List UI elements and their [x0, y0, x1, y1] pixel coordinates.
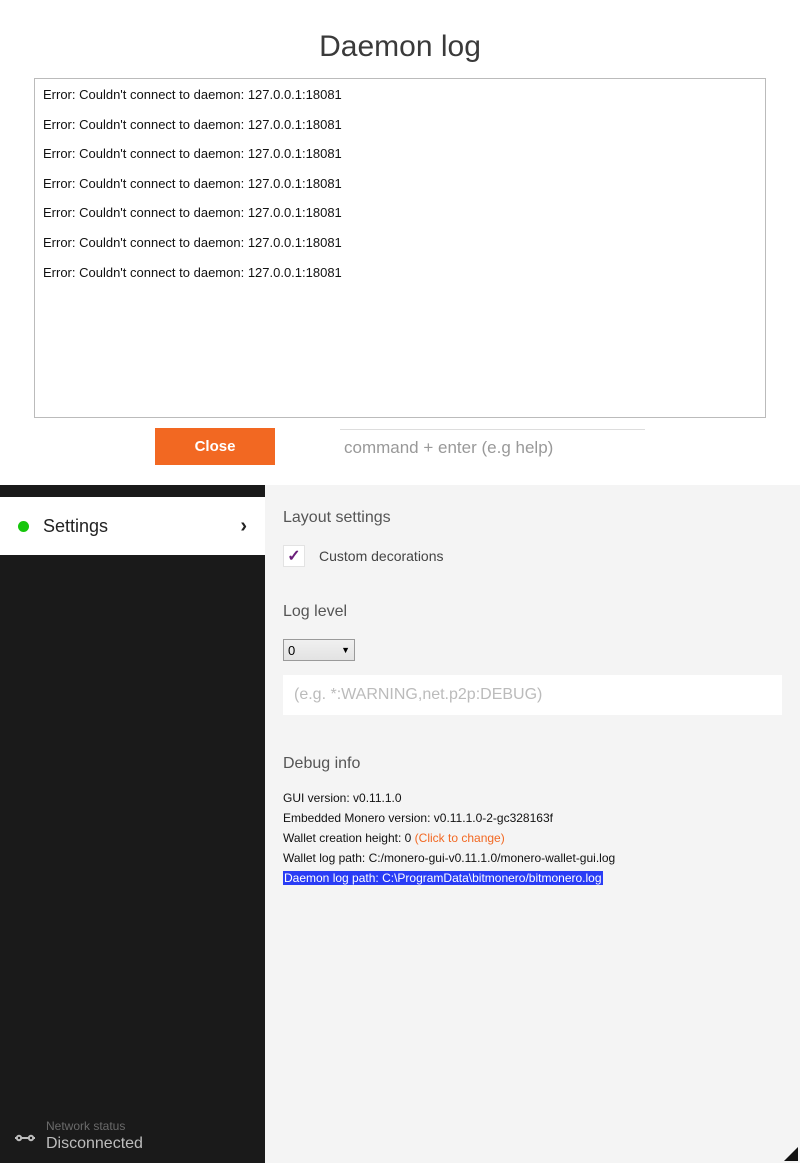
custom-decorations-checkbox[interactable]: ✓ Custom decorations [283, 545, 782, 567]
daemon-log-modal: Daemon log Error: Couldn't connect to da… [0, 0, 800, 485]
log-level-heading: Log level [283, 603, 782, 621]
sidebar-item-settings[interactable]: Settings › [0, 497, 265, 555]
log-line: Error: Couldn't connect to daemon: 127.0… [43, 205, 757, 221]
click-to-change-link[interactable]: (Click to change) [415, 831, 505, 845]
log-line: Error: Couldn't connect to daemon: 127.0… [43, 176, 757, 192]
wallet-log-path-row: Wallet log path: C:/monero-gui-v0.11.1.0… [283, 851, 782, 865]
chevron-right-icon: › [240, 515, 247, 538]
status-dot-icon [18, 521, 29, 532]
network-status: Network status Disconnected [0, 1119, 265, 1163]
log-level-select[interactable]: 0 ▼ [283, 639, 355, 661]
network-status-label: Network status [46, 1119, 143, 1133]
main-panel: Layout settings ✓ Custom decorations Log… [265, 485, 800, 1163]
log-filter-input[interactable] [283, 675, 782, 715]
resize-handle-icon[interactable] [784, 1147, 798, 1161]
log-line: Error: Couldn't connect to daemon: 127.0… [43, 117, 757, 133]
creation-height-row: Wallet creation height: 0 (Click to chan… [283, 831, 782, 845]
debug-info-heading: Debug info [283, 755, 782, 773]
embedded-version-row: Embedded Monero version: v0.11.1.0-2-gc3… [283, 811, 782, 825]
close-button[interactable]: Close [155, 428, 275, 465]
gui-version-row: GUI version: v0.11.1.0 [283, 791, 782, 805]
sidebar: Settings › Network status Disconnected [0, 485, 265, 1163]
daemon-log-path-row[interactable]: Daemon log path: C:\ProgramData\bitmoner… [283, 871, 782, 885]
log-output[interactable]: Error: Couldn't connect to daemon: 127.0… [34, 78, 766, 418]
log-line: Error: Couldn't connect to daemon: 127.0… [43, 235, 757, 251]
titlebar [0, 485, 265, 497]
log-level-value: 0 [288, 643, 295, 658]
layout-settings-heading: Layout settings [283, 509, 782, 527]
modal-title: Daemon log [0, 30, 800, 64]
sidebar-item-label: Settings [43, 516, 108, 537]
log-line: Error: Couldn't connect to daemon: 127.0… [43, 265, 757, 281]
checkmark-icon: ✓ [287, 546, 300, 566]
settings-window: Settings › Network status Disconnected L… [0, 485, 800, 1163]
checkbox-label: Custom decorations [319, 548, 444, 564]
command-input[interactable] [340, 430, 645, 464]
caret-down-icon: ▼ [341, 645, 350, 655]
log-line: Error: Couldn't connect to daemon: 127.0… [43, 146, 757, 162]
log-line: Error: Couldn't connect to daemon: 127.0… [43, 87, 757, 103]
connection-icon [14, 1127, 36, 1149]
network-status-value: Disconnected [46, 1134, 143, 1153]
